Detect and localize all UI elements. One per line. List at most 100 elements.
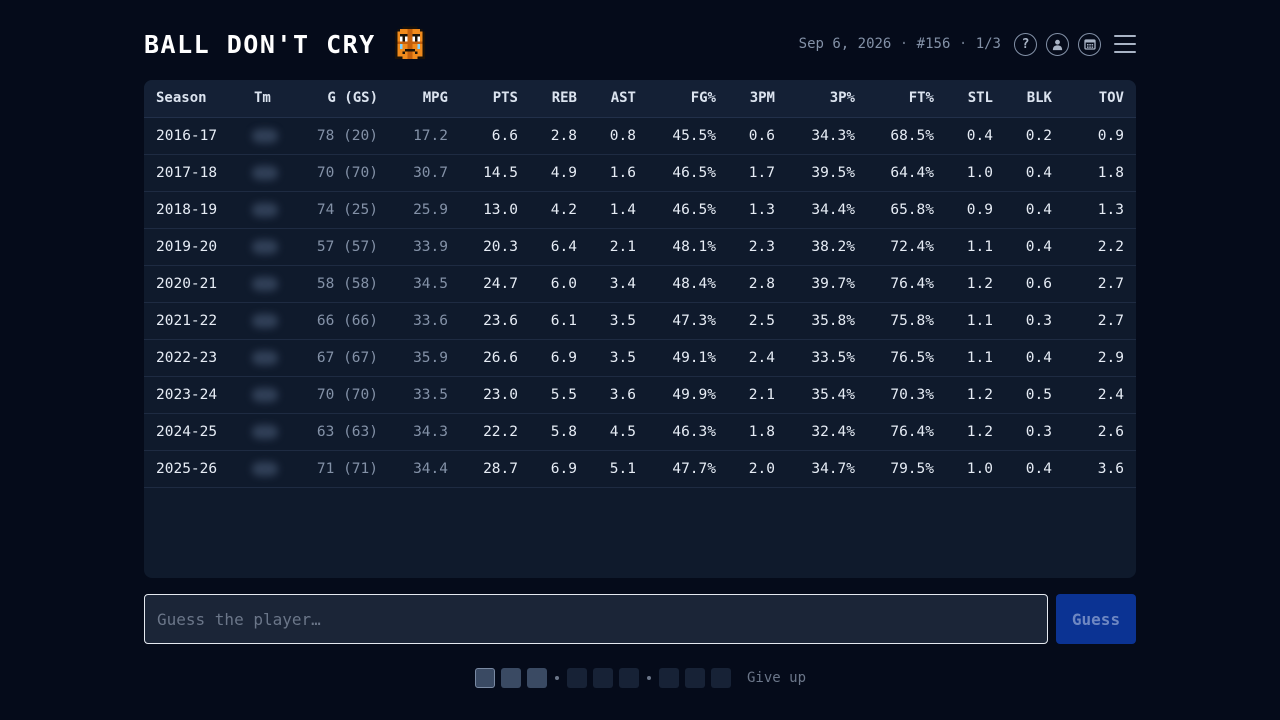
stat-cell: 0.2 <box>1005 117 1064 155</box>
profile-button[interactable] <box>1046 32 1069 56</box>
basketball-crying-logo-icon <box>394 26 425 59</box>
team-cell-hidden <box>242 339 292 377</box>
stat-cell: 0.3 <box>1005 413 1064 451</box>
stat-cell: 67 (67) <box>292 339 390 377</box>
stat-cell: 78 (20) <box>292 117 390 155</box>
stat-cell: 2.8 <box>728 265 787 303</box>
stat-cell: 33.5 <box>390 376 460 414</box>
puzzle-date: Sep 6, 2026 <box>798 36 892 52</box>
stat-cell: 2.1 <box>589 228 648 266</box>
stat-cell: 1.1 <box>946 228 1005 266</box>
stat-cell: 25.9 <box>390 191 460 229</box>
stat-cell: 76.4% <box>867 413 946 451</box>
stat-cell: 49.9% <box>648 376 728 414</box>
column-header: FG% <box>648 80 728 118</box>
stat-cell: 5.5 <box>530 376 589 414</box>
puzzle-number: #156 <box>916 36 951 52</box>
stat-cell: 66 (66) <box>292 302 390 340</box>
blurred-team <box>252 461 278 476</box>
app-header: BALL DON'T CRY Sep 6, 2026 · #156 · 1/3 … <box>144 22 1136 66</box>
stat-cell: 2.8 <box>530 117 589 155</box>
table-row: 2023-24 70 (70) 33.5 23.0 5.5 3.6 49.9% 2.1 35.4… <box>144 376 1136 414</box>
stat-cell: 2.9 <box>1064 339 1136 377</box>
stat-cell: 57 (57) <box>292 228 390 266</box>
stat-cell: 6.4 <box>530 228 589 266</box>
stat-cell: 6.0 <box>530 265 589 303</box>
stat-cell: 3.5 <box>589 339 648 377</box>
stat-cell: 1.2 <box>946 265 1005 303</box>
stat-cell: 74 (25) <box>292 191 390 229</box>
season-cell: 2025-26 <box>144 450 242 488</box>
table-row: 2020-21 58 (58) 34.5 24.7 6.0 3.4 48.4% 2.8 39.7… <box>144 265 1136 303</box>
team-cell-hidden <box>242 191 292 229</box>
team-cell-hidden <box>242 265 292 303</box>
stat-cell: 13.0 <box>460 191 530 229</box>
stat-cell: 0.4 <box>1005 228 1064 266</box>
give-up-link[interactable]: Give up <box>747 670 806 686</box>
stat-cell: 38.2% <box>787 228 867 266</box>
stat-cell: 48.4% <box>648 265 728 303</box>
stat-cell: 63 (63) <box>292 413 390 451</box>
team-cell-hidden <box>242 302 292 340</box>
separator-dot <box>555 676 559 680</box>
stat-cell: 1.8 <box>1064 154 1136 192</box>
attempt-square <box>501 668 521 688</box>
stat-cell: 2.4 <box>728 339 787 377</box>
table-row: 2021-22 66 (66) 33.6 23.6 6.1 3.5 47.3% 2.5 35.8… <box>144 302 1136 340</box>
stat-cell: 0.8 <box>589 117 648 155</box>
stat-cell: 34.3% <box>787 117 867 155</box>
blurred-team <box>252 165 278 180</box>
stat-cell: 0.4 <box>1005 450 1064 488</box>
column-header: STL <box>946 80 1005 118</box>
column-header: PTS <box>460 80 530 118</box>
stat-cell: 68.5% <box>867 117 946 155</box>
attempt-square <box>685 668 705 688</box>
hamburger-menu-icon[interactable] <box>1114 35 1136 53</box>
stat-cell: 1.0 <box>946 154 1005 192</box>
header-meta: Sep 6, 2026 · #156 · 1/3 ? <box>798 32 1136 56</box>
stat-cell: 0.6 <box>1005 265 1064 303</box>
stat-cell: 65.8% <box>867 191 946 229</box>
stat-cell: 1.2 <box>946 376 1005 414</box>
stat-cell: 6.9 <box>530 339 589 377</box>
column-header: MPG <box>390 80 460 118</box>
stat-cell: 6.1 <box>530 302 589 340</box>
stat-cell: 2.2 <box>1064 228 1136 266</box>
stat-cell: 1.8 <box>728 413 787 451</box>
stat-cell: 2.1 <box>728 376 787 414</box>
stat-cell: 45.5% <box>648 117 728 155</box>
stats-panel: Season Tm G (GS) MPG PTS REB AST FG% 3PM 3P% FT% ST… <box>144 80 1136 578</box>
column-header: AST <box>589 80 648 118</box>
stat-cell: 33.5% <box>787 339 867 377</box>
calendar-button[interactable] <box>1078 32 1101 56</box>
stat-cell: 1.7 <box>728 154 787 192</box>
team-cell-hidden <box>242 450 292 488</box>
user-icon <box>1052 39 1063 50</box>
column-header: TOV <box>1064 80 1136 118</box>
stat-cell: 34.4% <box>787 191 867 229</box>
guess-button[interactable]: Guess <box>1056 594 1136 644</box>
attempt-square <box>527 668 547 688</box>
help-button[interactable]: ? <box>1014 32 1037 56</box>
blurred-team <box>252 239 278 254</box>
blurred-team <box>252 350 278 365</box>
attempt-square <box>659 668 679 688</box>
stat-cell: 6.9 <box>530 450 589 488</box>
team-cell-hidden <box>242 228 292 266</box>
stat-cell: 1.6 <box>589 154 648 192</box>
season-cell: 2019-20 <box>144 228 242 266</box>
stat-cell: 6.6 <box>460 117 530 155</box>
app-title: BALL DON'T CRY <box>144 29 376 59</box>
stat-cell: 46.3% <box>648 413 728 451</box>
stat-cell: 17.2 <box>390 117 460 155</box>
attempt-square <box>475 668 495 688</box>
stat-cell: 72.4% <box>867 228 946 266</box>
guess-input[interactable] <box>144 594 1048 644</box>
stat-cell: 2.5 <box>728 302 787 340</box>
table-row: 2024-25 63 (63) 34.3 22.2 5.8 4.5 46.3% 1.8 32.4… <box>144 413 1136 451</box>
stat-cell: 35.9 <box>390 339 460 377</box>
stat-cell: 1.2 <box>946 413 1005 451</box>
stat-cell: 79.5% <box>867 450 946 488</box>
stat-cell: 3.4 <box>589 265 648 303</box>
stat-cell: 1.4 <box>589 191 648 229</box>
